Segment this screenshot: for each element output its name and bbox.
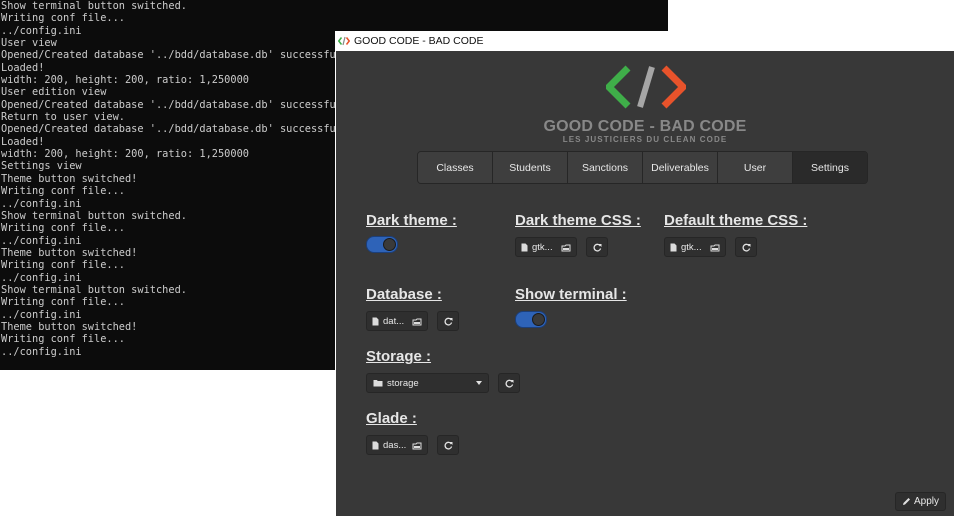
- refresh-icon: [741, 243, 750, 252]
- dark-theme-css-reset-button[interactable]: [586, 237, 608, 257]
- pencil-icon: [902, 498, 910, 505]
- show-terminal-switch[interactable]: [515, 311, 547, 328]
- open-folder-icon: [412, 318, 422, 325]
- open-folder-icon: [710, 244, 720, 251]
- show-terminal-label: Show terminal :: [515, 286, 627, 303]
- tab-sanctions[interactable]: Sanctions: [568, 152, 643, 183]
- refresh-icon: [592, 243, 601, 252]
- open-folder-icon: [561, 244, 571, 251]
- database-file-button[interactable]: dat...: [366, 311, 428, 331]
- default-theme-css-label: Default theme CSS :: [664, 212, 808, 229]
- tab-bar: Classes Students Sanctions Deliverables …: [417, 151, 868, 184]
- glade-label: Glade :: [366, 410, 417, 427]
- refresh-icon: [504, 379, 513, 388]
- logo-code-icon: [606, 65, 686, 109]
- dark-theme-label: Dark theme :: [366, 212, 457, 229]
- refresh-icon: [443, 317, 452, 326]
- dark-theme-css-label: Dark theme CSS :: [515, 212, 641, 229]
- dark-theme-switch[interactable]: [366, 236, 398, 253]
- file-icon: [372, 441, 379, 449]
- default-theme-css-reset-button[interactable]: [735, 237, 757, 257]
- file-icon: [521, 243, 528, 251]
- glade-reset-button[interactable]: [437, 435, 459, 455]
- tab-settings[interactable]: Settings: [793, 152, 867, 183]
- logo-title: GOOD CODE - BAD CODE: [543, 118, 747, 135]
- app-window: GOOD CODE - BAD CODE GOOD CODE - BAD COD…: [335, 31, 955, 516]
- default-theme-css-file-button[interactable]: gtk...: [664, 237, 726, 257]
- code-icon: [338, 36, 350, 46]
- chevron-down-icon: [476, 381, 482, 385]
- dark-theme-css-file-button[interactable]: gtk...: [515, 237, 577, 257]
- title-bar[interactable]: GOOD CODE - BAD CODE: [335, 31, 955, 51]
- tab-classes[interactable]: Classes: [418, 152, 493, 183]
- file-icon: [670, 243, 677, 251]
- window-title: GOOD CODE - BAD CODE: [354, 35, 484, 47]
- folder-icon: [373, 380, 383, 387]
- database-reset-button[interactable]: [437, 311, 459, 331]
- file-icon: [372, 317, 379, 325]
- tab-deliverables[interactable]: Deliverables: [643, 152, 718, 183]
- refresh-icon: [443, 441, 452, 450]
- terminal-line: Show terminal button switched.: [1, 0, 187, 12]
- storage-reset-button[interactable]: [498, 373, 520, 393]
- settings-view: GOOD CODE - BAD CODE LES JUSTICIERS DU C…: [336, 51, 954, 516]
- glade-file-button[interactable]: das...: [366, 435, 428, 455]
- storage-folder-chooser[interactable]: storage: [366, 373, 489, 393]
- logo-subtitle: LES JUSTICIERS DU CLEAN CODE: [562, 135, 728, 144]
- open-folder-icon: [412, 442, 422, 449]
- apply-button[interactable]: Apply: [894, 492, 946, 511]
- storage-label: Storage :: [366, 348, 432, 365]
- database-label: Database :: [366, 286, 442, 303]
- tab-students[interactable]: Students: [493, 152, 568, 183]
- tab-user[interactable]: User: [718, 152, 793, 183]
- terminal-line: Writing conf file...: [1, 12, 125, 25]
